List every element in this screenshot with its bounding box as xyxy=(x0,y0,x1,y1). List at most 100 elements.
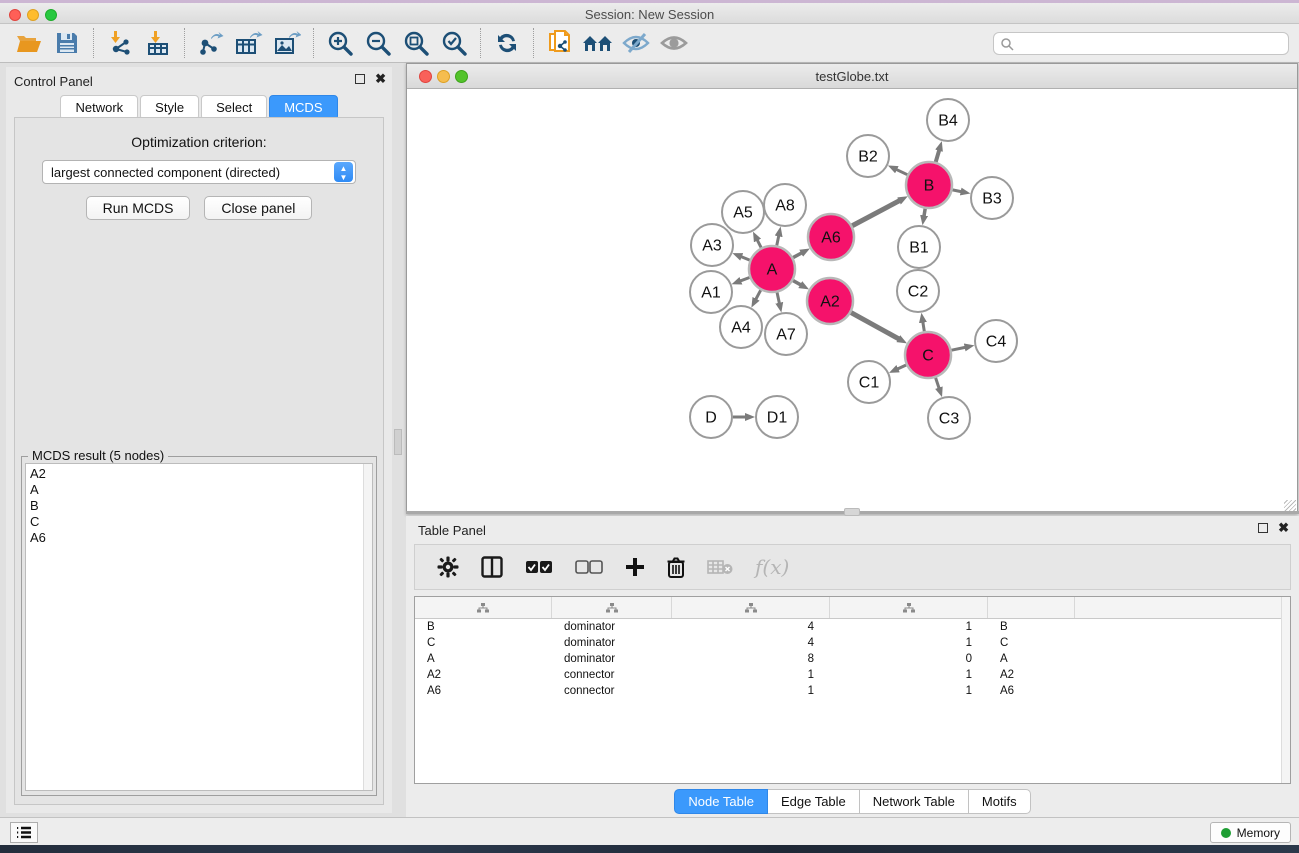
table-row[interactable]: Adominator80A xyxy=(415,651,1290,667)
float-panel-icon[interactable] xyxy=(355,74,365,84)
settings-gear-button[interactable] xyxy=(437,556,459,578)
cell-MCDS-role[interactable]: dominator xyxy=(552,651,672,667)
graph-node-B4[interactable]: B4 xyxy=(927,99,969,141)
edge-A-A8[interactable] xyxy=(777,235,779,245)
column-layout-button[interactable] xyxy=(481,556,503,578)
edge-B-B3[interactable] xyxy=(953,190,962,192)
delete-column-button[interactable] xyxy=(667,557,685,578)
table-row[interactable]: Cdominator41C xyxy=(415,635,1290,651)
cell-predecessor-nodes[interactable]: 1 xyxy=(830,683,988,699)
column-header-MCDS-role[interactable] xyxy=(552,597,672,618)
graph-node-A3[interactable]: A3 xyxy=(691,224,733,266)
table-row[interactable]: Bdominator41B xyxy=(415,619,1290,635)
cell-name[interactable]: C xyxy=(988,635,1075,651)
hide-selected-button[interactable] xyxy=(617,27,655,59)
cell-name[interactable]: B xyxy=(988,619,1075,635)
graph-node-C[interactable]: C xyxy=(905,332,951,378)
graph-node-B2[interactable]: B2 xyxy=(847,135,889,177)
cell-shared-name[interactable]: C xyxy=(415,635,552,651)
cell-successor-nodes[interactable]: 1 xyxy=(672,683,830,699)
cell-name[interactable]: A6 xyxy=(988,683,1075,699)
edge-A6-B[interactable] xyxy=(852,200,900,225)
import-table-button[interactable] xyxy=(139,27,177,59)
tab-network-table[interactable]: Network Table xyxy=(860,789,969,814)
float-table-panel-icon[interactable] xyxy=(1258,523,1268,533)
edge-A-A1[interactable] xyxy=(740,277,750,281)
graph-node-D[interactable]: D xyxy=(690,396,732,438)
mcds-result-item[interactable]: A2 xyxy=(30,466,372,482)
edge-A-A6[interactable] xyxy=(793,253,802,258)
edge-B-B2[interactable] xyxy=(896,169,907,174)
horizontal-splitter[interactable] xyxy=(406,511,1299,514)
edge-B-B1[interactable] xyxy=(924,209,925,217)
search-field[interactable] xyxy=(993,32,1289,55)
graph-node-A[interactable]: A xyxy=(749,246,795,292)
edge-A-A4[interactable] xyxy=(756,290,761,299)
cell-shared-name[interactable]: A2 xyxy=(415,667,552,683)
graph-node-B1[interactable]: B1 xyxy=(898,226,940,268)
network-canvas[interactable]: B4B2BB3A5A8A6A3B1AA1C2A2A4A7C4CC1C3DD1 xyxy=(407,89,1297,513)
cell-shared-name[interactable]: A6 xyxy=(415,683,552,699)
zoom-in-button[interactable] xyxy=(321,27,359,59)
cell-name[interactable]: A xyxy=(988,651,1075,667)
show-all-button[interactable] xyxy=(655,27,693,59)
save-session-button[interactable] xyxy=(48,27,86,59)
memory-button[interactable]: Memory xyxy=(1210,822,1291,843)
column-header-predecessor-nodes[interactable] xyxy=(830,597,988,618)
cell-MCDS-role[interactable]: dominator xyxy=(552,619,672,635)
close-panel-button[interactable]: Close panel xyxy=(204,196,312,220)
task-history-button[interactable] xyxy=(10,822,38,843)
cell-MCDS-role[interactable]: connector xyxy=(552,683,672,699)
table-row[interactable]: A6connector11A6 xyxy=(415,683,1290,699)
criterion-dropdown[interactable]: largest connected component (directed) ▲… xyxy=(42,160,356,184)
cell-shared-name[interactable]: A xyxy=(415,651,552,667)
add-column-button[interactable] xyxy=(625,557,645,577)
export-image-button[interactable] xyxy=(268,27,306,59)
refresh-button[interactable] xyxy=(488,27,526,59)
graph-node-A4[interactable]: A4 xyxy=(720,306,762,348)
edge-C-C3[interactable] xyxy=(936,378,940,389)
cell-successor-nodes[interactable]: 4 xyxy=(672,635,830,651)
delete-table-button[interactable] xyxy=(707,559,733,575)
mcds-result-item[interactable]: B xyxy=(30,498,372,514)
vertical-splitter-handle[interactable] xyxy=(394,429,402,455)
edge-A-A2[interactable] xyxy=(793,281,801,285)
zoom-fit-button[interactable] xyxy=(397,27,435,59)
edge-C-C2[interactable] xyxy=(923,322,925,332)
mcds-result-list[interactable]: A2ABCA6 xyxy=(25,463,373,791)
graph-node-C4[interactable]: C4 xyxy=(975,320,1017,362)
cell-successor-nodes[interactable]: 4 xyxy=(672,619,830,635)
graph-node-A8[interactable]: A8 xyxy=(764,184,806,226)
cell-predecessor-nodes[interactable]: 1 xyxy=(830,619,988,635)
zoom-out-button[interactable] xyxy=(359,27,397,59)
graph-node-A5[interactable]: A5 xyxy=(722,191,764,233)
cell-MCDS-role[interactable]: dominator xyxy=(552,635,672,651)
column-header-name[interactable] xyxy=(988,597,1075,618)
graph-node-B3[interactable]: B3 xyxy=(971,177,1013,219)
close-panel-icon[interactable]: ✖ xyxy=(375,74,386,84)
mcds-result-item[interactable]: C xyxy=(30,514,372,530)
cell-successor-nodes[interactable]: 8 xyxy=(672,651,830,667)
select-all-columns-button[interactable] xyxy=(525,560,553,574)
run-mcds-button[interactable]: Run MCDS xyxy=(86,196,191,220)
tab-edge-table[interactable]: Edge Table xyxy=(768,789,860,814)
column-header-successor-nodes[interactable] xyxy=(672,597,830,618)
edge-A-A3[interactable] xyxy=(741,257,750,261)
tab-node-table[interactable]: Node Table xyxy=(674,789,768,814)
graph-node-A7[interactable]: A7 xyxy=(765,313,807,355)
table-row[interactable]: A2connector11A2 xyxy=(415,667,1290,683)
edge-A-A5[interactable] xyxy=(757,240,761,248)
cell-shared-name[interactable]: B xyxy=(415,619,552,635)
graph-node-B[interactable]: B xyxy=(906,162,952,208)
graph-node-C2[interactable]: C2 xyxy=(897,270,939,312)
graph-node-D1[interactable]: D1 xyxy=(756,396,798,438)
deselect-all-columns-button[interactable] xyxy=(575,560,603,574)
cell-predecessor-nodes[interactable]: 1 xyxy=(830,667,988,683)
graph-node-A1[interactable]: A1 xyxy=(690,271,732,313)
column-header-shared-name[interactable] xyxy=(415,597,552,618)
export-network-button[interactable] xyxy=(192,27,230,59)
cell-name[interactable]: A2 xyxy=(988,667,1075,683)
cell-MCDS-role[interactable]: connector xyxy=(552,667,672,683)
graph-node-A2[interactable]: A2 xyxy=(807,278,853,324)
mcds-result-item[interactable]: A6 xyxy=(30,530,372,546)
